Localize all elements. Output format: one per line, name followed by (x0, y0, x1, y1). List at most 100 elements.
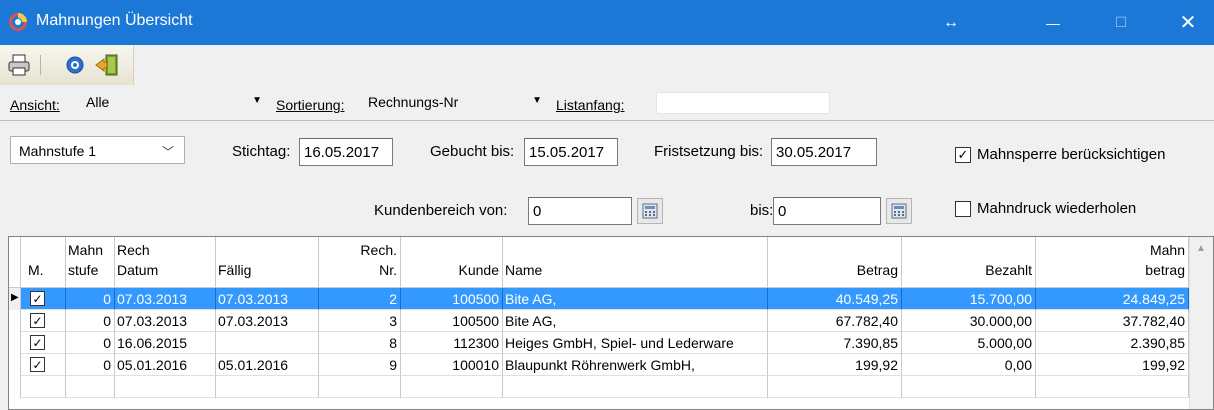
table-row[interactable]: ▶ ✓ 0 07.03.2013 07.03.2013 2 100500 Bite AG, 40… (9, 288, 1189, 310)
cell-name: Blaupunkt Röhrenwerk GmbH, (503, 354, 768, 376)
column-header-mahnbetrag[interactable]: Mahn betrag (1036, 237, 1189, 288)
cell-bezahlt: 5.000,00 (902, 332, 1036, 354)
cell-stufe: 0 (66, 310, 115, 332)
maximize-icon: ☐ (1114, 14, 1128, 30)
cell-mahnbetrag: 2.390,85 (1036, 332, 1189, 354)
gebucht-label: Gebucht bis: (430, 143, 515, 160)
sortierung-value: Rechnungs-Nr (368, 94, 459, 110)
printer-icon (8, 54, 30, 76)
checkbox-checked-icon: ✓ (30, 291, 45, 306)
checkbox-checked-icon: ✓ (955, 146, 971, 163)
cell-nr: 9 (319, 354, 401, 376)
cell-stufe: 0 (66, 332, 115, 354)
exit-button[interactable] (94, 53, 120, 77)
cell-bezahlt: 15.700,00 (902, 288, 1036, 310)
dropdown-arrow-icon: ▼ (532, 95, 542, 106)
cell-betrag: 67.782,40 (768, 310, 902, 332)
maximize-button[interactable]: ☐ (1098, 0, 1144, 45)
row-indicator[interactable] (9, 310, 21, 332)
row-indicator[interactable] (9, 354, 21, 376)
cell-faellig: 07.03.2013 (216, 310, 319, 332)
cell-kunde: 100010 (401, 354, 503, 376)
stichtag-input[interactable]: 16.05.2017 (299, 138, 393, 166)
minimize-button[interactable]: — (1030, 0, 1076, 45)
column-header-m[interactable]: M. (21, 237, 66, 288)
mahnsperre-checkbox[interactable]: ✓ Mahnsperre berücksichtigen (955, 146, 1165, 163)
row-pointer-icon: ▶ (11, 292, 19, 303)
table-header: M. Mahn stufe Rech Datum Fällig Rech. Nr. K… (9, 237, 1189, 288)
close-icon: ✕ (1179, 12, 1197, 34)
sortierung-label: Sortierung: (276, 97, 345, 113)
cell-datum: 07.03.2013 (115, 310, 216, 332)
column-header-kunde[interactable]: Kunde (401, 237, 503, 288)
table-row[interactable]: ✓ 0 05.01.2016 05.01.2016 9 100010 Blaupunkt R… (9, 354, 1189, 376)
column-header-betrag[interactable]: Betrag (768, 237, 902, 288)
column-header-rech-datum[interactable]: Rech Datum (115, 237, 216, 288)
column-header-name[interactable]: Name (503, 237, 768, 288)
listanfang-label: Listanfang: (556, 97, 625, 113)
checkbox-checked-icon: ✓ (30, 335, 45, 350)
resize-button[interactable]: ↔ (928, 0, 974, 45)
help-icon (66, 56, 84, 74)
filter-bar: Ansicht: Alle ▼ Sortierung: Rechnungs-Nr… (0, 86, 1214, 121)
row-checkbox[interactable]: ✓ (21, 332, 66, 354)
column-header-bezahlt[interactable]: Bezahlt (902, 237, 1036, 288)
cell-stufe: 0 (66, 354, 115, 376)
kundenbereich-bis-label: bis: (750, 202, 774, 219)
gebucht-input[interactable]: 15.05.2017 (524, 138, 618, 166)
kundenbereich-von-label: Kundenbereich von: (374, 202, 508, 219)
checkbox-checked-icon: ✓ (30, 313, 45, 328)
cell-betrag: 199,92 (768, 354, 902, 376)
cell-kunde: 112300 (401, 332, 503, 354)
mahnsperre-label: Mahnsperre berücksichtigen (977, 146, 1166, 163)
kundenbereich-bis-input[interactable]: 0 (773, 197, 881, 225)
window-title: Mahnungen Übersicht (36, 12, 193, 29)
help-button[interactable] (62, 53, 88, 77)
cell-nr: 3 (319, 310, 401, 332)
ansicht-dropdown[interactable]: Alle ▼ (82, 91, 264, 115)
sortierung-dropdown[interactable]: Rechnungs-Nr ▼ (364, 91, 544, 115)
cell-faellig: 07.03.2013 (216, 288, 319, 310)
cell-name: Heiges GmbH, Spiel- und Lederware (503, 332, 768, 354)
cell-nr: 2 (319, 288, 401, 310)
table-row[interactable]: ✓ 0 07.03.2013 07.03.2013 3 100500 Bite AG, 67.… (9, 310, 1189, 332)
cell-bezahlt: 30.000,00 (902, 310, 1036, 332)
row-checkbox[interactable]: ✓ (21, 288, 66, 310)
dropdown-arrow-icon: ▼ (252, 95, 262, 106)
ansicht-label: Ansicht: (10, 97, 60, 113)
row-checkbox[interactable]: ✓ (21, 354, 66, 376)
resize-icon: ↔ (943, 13, 959, 31)
mahnstufe-dropdown[interactable]: Mahnstufe 1 ﹀ (10, 136, 185, 164)
row-indicator[interactable]: ▶ (9, 288, 21, 310)
cell-datum: 16.06.2015 (115, 332, 216, 354)
cell-nr: 8 (319, 332, 401, 354)
column-header-mahnstufe[interactable]: Mahn stufe (66, 237, 115, 288)
cell-kunde: 100500 (401, 288, 503, 310)
cell-datum: 05.01.2016 (115, 354, 216, 376)
fristsetzung-input[interactable]: 30.05.2017 (771, 138, 877, 166)
kunden-bis-lookup-button[interactable] (886, 198, 912, 224)
checkbox-checked-icon: ✓ (30, 357, 45, 372)
close-button[interactable]: ✕ (1165, 0, 1211, 45)
row-indicator[interactable] (9, 332, 21, 354)
table-row[interactable]: ✓ 0 16.06.2015 8 112300 Heiges GmbH, Spiel- u… (9, 332, 1189, 354)
kundenbereich-von-input[interactable]: 0 (528, 197, 632, 225)
mahnungen-table: M. Mahn stufe Rech Datum Fällig Rech. Nr. K… (8, 236, 1214, 410)
minimize-icon: — (1046, 14, 1060, 31)
cell-faellig (216, 332, 319, 354)
row-checkbox[interactable]: ✓ (21, 310, 66, 332)
mahndruck-label: Mahndruck wiederholen (977, 200, 1137, 217)
cell-faellig: 05.01.2016 (216, 354, 319, 376)
print-button[interactable] (6, 53, 32, 77)
column-header-faellig[interactable]: Fällig (216, 237, 319, 288)
checkbox-unchecked-icon (955, 200, 971, 217)
cell-mahnbetrag: 199,92 (1036, 354, 1189, 376)
kunden-von-lookup-button[interactable] (637, 198, 663, 224)
listanfang-input[interactable] (656, 92, 830, 114)
exit-door-icon (95, 54, 118, 76)
column-header-rech-nr[interactable]: Rech. Nr. (319, 237, 401, 288)
mahndruck-checkbox[interactable]: Mahndruck wiederholen (955, 200, 1136, 217)
vertical-scrollbar[interactable]: ▲ (1189, 237, 1213, 409)
scroll-up-arrow-icon[interactable]: ▲ (1196, 243, 1206, 254)
calculator-icon (891, 203, 907, 219)
